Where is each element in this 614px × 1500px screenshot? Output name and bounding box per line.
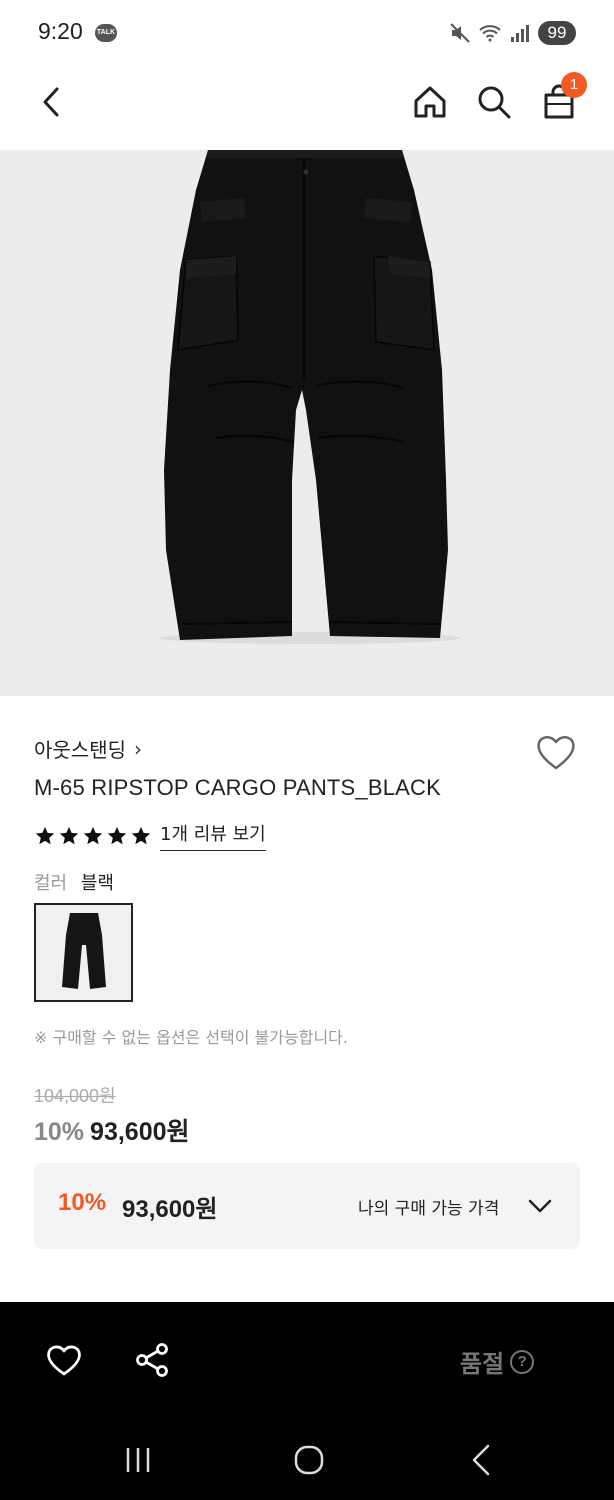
soldout-button[interactable]: 품절 ?: [460, 1344, 535, 1379]
help-icon[interactable]: ?: [510, 1349, 535, 1374]
best-price-value: 93,600원: [122, 1196, 218, 1223]
system-navigation-bar: [0, 1418, 614, 1500]
review-link[interactable]: 1개 리뷰 보기: [160, 820, 266, 851]
best-price-discount: 10%: [58, 1189, 107, 1216]
signal-icon: [511, 25, 529, 42]
star-icon: [35, 826, 55, 844]
status-icons: 99: [448, 20, 576, 46]
chevron-right-icon: ›: [134, 736, 142, 761]
color-swatch-black[interactable]: [34, 903, 133, 1002]
back-button[interactable]: [30, 80, 74, 124]
discount-rate: 10%: [34, 1118, 85, 1146]
mute-icon: [450, 23, 470, 43]
price-row: 10% 93,600원: [34, 1112, 190, 1148]
color-value: 블랙: [80, 873, 114, 894]
cart-button[interactable]: 1: [537, 72, 587, 124]
search-button[interactable]: [472, 80, 516, 124]
share-icon[interactable]: [132, 1340, 172, 1380]
rating-row: 1개 리뷰 보기: [34, 820, 266, 851]
battery-indicator: 99: [538, 21, 576, 45]
product-title: M-65 RIPSTOP CARGO PANTS_BLACK: [34, 775, 442, 800]
color-row: 컬러 블랙: [34, 869, 114, 895]
original-price: 104,000원: [34, 1086, 116, 1106]
wifi-icon: [479, 25, 501, 42]
kakaotalk-notification-icon: TALK: [95, 24, 117, 42]
search-icon: [478, 86, 511, 119]
star-icon: [83, 826, 103, 844]
star-icon: [131, 826, 151, 844]
status-time: 9:20: [38, 18, 83, 44]
my-best-price-dropdown[interactable]: 10% 93,600원 나의 구매 가능 가격: [34, 1163, 580, 1249]
cart-count-badge: 1: [561, 72, 587, 98]
home-icon: [414, 86, 446, 118]
star-icon: [59, 826, 79, 844]
recent-apps-icon[interactable]: [118, 1440, 158, 1480]
option-notice: ※ 구매할 수 없는 옵션은 선택이 불가능합니다.: [34, 1028, 348, 1047]
sale-price: 93,600원: [90, 1118, 190, 1146]
brand-name: 아웃스탠딩: [34, 738, 126, 762]
star-icon: [107, 826, 127, 844]
home-nav-icon[interactable]: [289, 1440, 329, 1480]
soldout-label: 품절: [460, 1350, 505, 1378]
wishlist-heart-icon[interactable]: [534, 730, 578, 774]
best-price-label: 나의 구매 가능 가격: [358, 1199, 500, 1219]
status-bar: 9:20 TALK 99: [0, 0, 614, 66]
back-nav-icon[interactable]: [462, 1440, 502, 1480]
home-button[interactable]: [408, 80, 452, 124]
color-swatch-thumbnail: [36, 905, 131, 1000]
cargo-pants-image: [0, 150, 614, 696]
chevron-down-icon: [528, 1199, 552, 1213]
back-arrow-icon: [43, 87, 59, 117]
app-header: 1: [0, 66, 614, 150]
color-label: 컬러: [34, 873, 68, 894]
bottom-action-bar: 품절 ?: [0, 1302, 614, 1418]
product-image[interactable]: [0, 150, 614, 696]
heart-icon[interactable]: [44, 1340, 84, 1380]
brand-link[interactable]: 아웃스탠딩 ›: [34, 734, 142, 763]
rating-stars: [34, 825, 152, 847]
